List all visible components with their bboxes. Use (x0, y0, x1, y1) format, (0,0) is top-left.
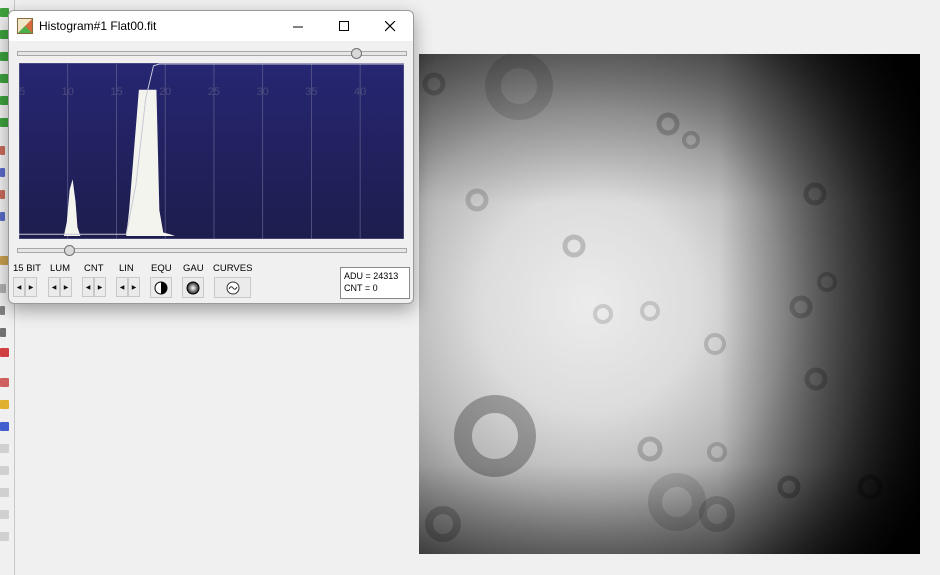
crosshair-icon-2[interactable] (0, 168, 5, 177)
gau-button[interactable] (182, 277, 204, 298)
lum-right-arrow-icon[interactable]: ▶ (60, 277, 72, 297)
lum-label: LUM (50, 263, 71, 274)
lum-left-arrow-icon[interactable]: ◀ (48, 277, 60, 297)
flat-field-image (419, 54, 920, 554)
crosshair-icon-3[interactable] (0, 190, 5, 199)
disabled-icon-4[interactable] (0, 510, 9, 519)
text-tool-icon[interactable] (0, 328, 6, 337)
x-tick-label: 25 (208, 86, 220, 98)
x-tick-label: 5 (19, 86, 25, 98)
equ-button[interactable] (150, 277, 172, 298)
disabled-icon-2[interactable] (0, 466, 9, 475)
cnt-left-arrow-icon[interactable]: ◀ (82, 277, 94, 297)
selection-icon[interactable] (0, 306, 5, 315)
palette-icon-3[interactable] (0, 422, 9, 431)
cnt-readout: CNT = 0 (344, 283, 378, 293)
cnt-label: CNT (84, 263, 104, 274)
histogram-plot: 5 10 15 20 25 30 35 40 (19, 63, 404, 239)
top-range-slider[interactable] (17, 51, 407, 56)
minimize-button[interactable] (275, 11, 321, 41)
lin-label: LIN (119, 263, 134, 274)
histogram-app-icon (17, 18, 33, 34)
flat-field-image-render (419, 54, 920, 554)
x-tick-label: 30 (257, 86, 269, 98)
maximize-icon (338, 20, 349, 31)
lin-stepper[interactable]: ◀ ▶ (116, 277, 141, 297)
gradient-circle-icon (186, 281, 200, 294)
marker-icon[interactable] (0, 348, 9, 357)
palette-icon-2[interactable] (0, 400, 9, 409)
crosshair-icon-1[interactable] (0, 146, 5, 155)
equ-label: EQU (151, 263, 172, 274)
x-tick-label: 35 (305, 86, 317, 98)
adu-readout: ADU = 24313 (344, 271, 399, 281)
disabled-icon-1[interactable] (0, 444, 9, 453)
bottom-slider-thumb[interactable] (64, 245, 75, 256)
disabled-icon-5[interactable] (0, 532, 9, 541)
gau-label: GAU (183, 263, 204, 274)
bit-right-arrow-icon[interactable]: ▶ (25, 277, 37, 297)
info-readout: ADU = 24313 CNT = 0 (340, 267, 410, 299)
close-icon (384, 20, 395, 31)
bit-left-arrow-icon[interactable]: ◀ (13, 277, 25, 297)
palette-icon-1[interactable] (0, 378, 9, 387)
histogram-window: Histogram#1 Flat00.fit 5 10 15 20 25 30 35 40 1… (8, 10, 414, 304)
x-tick-label: 10 (62, 86, 74, 98)
curves-button[interactable] (214, 277, 251, 298)
contrast-circle-icon (154, 281, 168, 294)
x-tick-label: 40 (354, 86, 366, 98)
x-tick-label: 15 (110, 86, 122, 98)
cnt-right-arrow-icon[interactable]: ▶ (94, 277, 106, 297)
disabled-icon-3[interactable] (0, 488, 9, 497)
bottom-range-slider[interactable] (17, 248, 407, 253)
lum-stepper[interactable]: ◀ ▶ (48, 277, 73, 297)
close-button[interactable] (367, 11, 413, 41)
curve-wave-icon (226, 281, 239, 294)
x-tick-label: 20 (159, 86, 171, 98)
lin-left-arrow-icon[interactable]: ◀ (116, 277, 128, 297)
curves-label: CURVES (213, 263, 253, 274)
bit-depth-label: 15 BIT (13, 263, 41, 274)
crosshair-icon-4[interactable] (0, 212, 5, 221)
bit-depth-stepper[interactable]: ◀ ▶ (13, 277, 38, 297)
lin-right-arrow-icon[interactable]: ▶ (128, 277, 140, 297)
window-titlebar[interactable]: Histogram#1 Flat00.fit (9, 11, 413, 41)
maximize-button[interactable] (321, 11, 367, 41)
minimize-icon (292, 26, 303, 27)
cnt-stepper[interactable]: ◀ ▶ (82, 277, 107, 297)
curve-icon[interactable] (0, 284, 6, 293)
top-slider-thumb[interactable] (351, 48, 362, 59)
window-title: Histogram#1 Flat00.fit (39, 19, 157, 33)
